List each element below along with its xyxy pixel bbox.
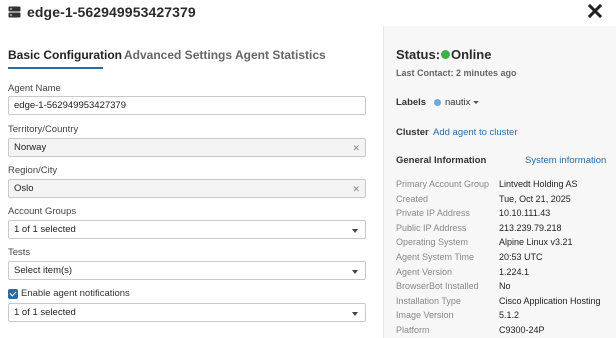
- online-status-icon: [441, 50, 450, 59]
- chevron-down-icon: [352, 312, 358, 316]
- info-value: Tue, Oct 21, 2025: [499, 193, 571, 204]
- tab-agent-statistics[interactable]: Agent Statistics: [235, 48, 326, 62]
- info-value: 20:53 UTC: [499, 252, 543, 262]
- label-tag[interactable]: nautix: [445, 97, 470, 108]
- agent-name-value: edge-1-562949953427379: [14, 100, 126, 111]
- notifications-value: 1 of 1 selected: [14, 307, 76, 318]
- enable-notifications-label[interactable]: Enable agent notifications: [21, 288, 130, 299]
- agent-name-input[interactable]: edge-1-562949953427379: [8, 96, 366, 115]
- chevron-down-icon: [352, 229, 358, 233]
- info-value: 10.10.111.43: [499, 208, 551, 219]
- agent-name-label: Agent Name: [8, 83, 61, 94]
- clear-territory-icon[interactable]: ✕: [352, 142, 360, 154]
- tests-value: Select item(s): [14, 265, 73, 276]
- info-value: 1.224.1: [499, 266, 530, 277]
- tests-select[interactable]: Select item(s): [8, 261, 366, 280]
- label-color-dot: [434, 99, 441, 106]
- tab-basic-configuration[interactable]: Basic Configuration: [8, 48, 122, 62]
- status-label: Status:: [396, 47, 441, 62]
- chevron-down-icon[interactable]: [473, 101, 479, 104]
- server-icon: [8, 6, 21, 18]
- info-value: Alpine Linux v3.21: [499, 237, 573, 248]
- add-to-cluster-link[interactable]: Add agent to cluster: [433, 127, 518, 138]
- info-value: No: [499, 281, 511, 292]
- modal-header: edge-1-562949953427379: [0, 0, 616, 26]
- last-contact: Last Contact: 2 minutes ago: [396, 68, 517, 78]
- close-icon[interactable]: [588, 4, 602, 18]
- configuration-panel: Basic Configuration Advanced Settings Ag…: [0, 26, 383, 338]
- agent-info-panel: Status: Online Last Contact: 2 minutes a…: [384, 26, 616, 338]
- info-value: Lintvedt Holding AS: [499, 179, 578, 189]
- info-value: 5.1.2: [499, 310, 520, 321]
- general-info-title: General Information: [396, 155, 487, 166]
- account-groups-value: 1 of 1 selected: [14, 224, 76, 235]
- info-key: Operating System: [396, 237, 469, 248]
- account-groups-label: Account Groups: [8, 206, 77, 217]
- info-value: C9300-24P: [499, 325, 545, 335]
- info-key: Agent Version: [396, 266, 453, 277]
- info-value: Cisco Application Hosting: [499, 295, 601, 306]
- info-value: 213.239.79.218: [499, 222, 562, 233]
- notifications-select[interactable]: 1 of 1 selected: [8, 303, 366, 322]
- agent-title: edge-1-562949953427379: [27, 4, 196, 20]
- region-select[interactable]: Oslo ✕: [8, 179, 366, 198]
- territory-select[interactable]: Norway ✕: [8, 138, 366, 157]
- info-key: Platform: [396, 325, 430, 335]
- status-value: Online: [451, 47, 492, 62]
- info-key: Public IP Address: [396, 222, 467, 233]
- tests-label: Tests: [8, 247, 31, 258]
- region-label: Region/City: [8, 165, 58, 176]
- chevron-down-icon: [352, 270, 358, 274]
- enable-notifications-checkbox[interactable]: [8, 289, 18, 299]
- labels-title: Labels: [396, 97, 427, 108]
- region-value: Oslo: [14, 183, 34, 194]
- info-key: Private IP Address: [396, 208, 470, 219]
- system-information-link[interactable]: System information: [525, 155, 606, 166]
- active-tab-indicator: [8, 67, 103, 69]
- info-key: BrowserBot Installed: [396, 281, 479, 292]
- territory-label: Territory/Country: [8, 124, 79, 135]
- cluster-title: Cluster: [396, 127, 429, 138]
- info-key: Image Version: [396, 310, 454, 321]
- info-key: Primary Account Group: [396, 179, 490, 189]
- info-key: Agent System Time: [396, 252, 475, 262]
- tab-advanced-settings[interactable]: Advanced Settings: [124, 48, 232, 62]
- clear-region-icon[interactable]: ✕: [352, 183, 360, 195]
- info-key: Installation Type: [396, 295, 461, 306]
- territory-value: Norway: [14, 142, 47, 153]
- info-key: Created: [396, 193, 429, 204]
- account-groups-select[interactable]: 1 of 1 selected: [8, 220, 366, 239]
